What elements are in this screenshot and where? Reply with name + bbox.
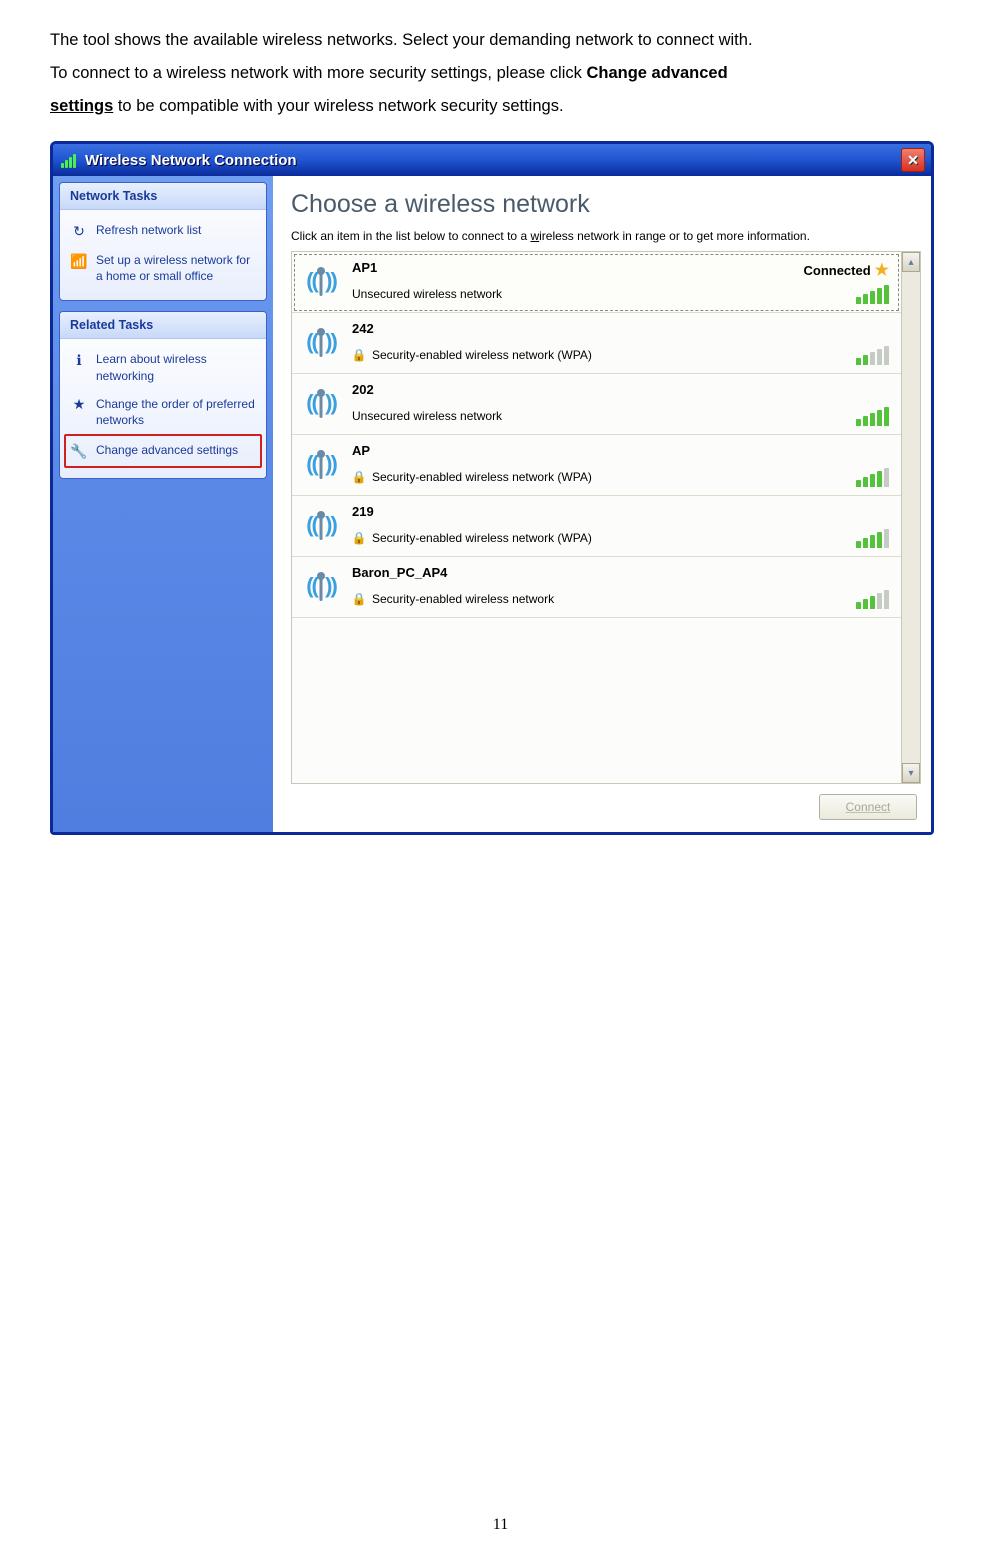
intro-line2-pre: To connect to a wireless network with mo… (50, 64, 586, 82)
network-status: Connected (803, 263, 870, 278)
sidebar: Network Tasks ↻ Refresh network list 📶 Set … (53, 176, 273, 832)
scroll-up-button[interactable]: ▴ (902, 252, 920, 272)
scrollbar[interactable]: ▴ ▾ (901, 252, 920, 783)
signal-strength-icon (856, 284, 889, 304)
network-item-3[interactable]: (( )) AP 🔒Security-enabled wireless networ… (292, 435, 901, 496)
signal-strength-icon (856, 467, 889, 487)
info-icon: ℹ (70, 351, 88, 369)
antenna-icon: (( )) (300, 504, 342, 546)
network-item-4[interactable]: (( )) 219 🔒Security-enabled wireless netwo… (292, 496, 901, 557)
signal-strength-icon (856, 589, 889, 609)
network-security: 🔒Security-enabled wireless network (352, 592, 891, 606)
related-tasks-panel: Related Tasks ℹ Learn about wireless netw… (59, 311, 267, 479)
network-list-container: (( ))AP1Unsecured wireless networkConnec… (291, 251, 921, 784)
network-name: Baron_PC_AP4 (352, 565, 891, 580)
antenna-icon: (( )) (300, 382, 342, 424)
main-pane: Choose a wireless network Click an item … (273, 176, 931, 832)
connect-button[interactable]: Connect (819, 794, 917, 820)
titlebar: Wireless Network Connection ✕ (53, 144, 931, 176)
network-security: 🔒Security-enabled wireless network (WPA) (352, 348, 891, 362)
antenna-icon: (( )) (300, 321, 342, 363)
related-task-link-2[interactable]: 🔧 Change advanced settings (64, 434, 262, 468)
related-task-label: Change advanced settings (96, 442, 238, 458)
lock-icon: 🔒 (352, 592, 366, 606)
antenna-icon: (( )) (300, 443, 342, 485)
network-task-label: Refresh network list (96, 222, 201, 238)
main-heading: Choose a wireless network (291, 190, 921, 219)
network-security: 🔒Security-enabled wireless network (WPA) (352, 531, 891, 545)
network-task-link-1[interactable]: 📶 Set up a wireless network for a home or… (66, 246, 260, 290)
network-security: 🔒Security-enabled wireless network (WPA) (352, 470, 891, 484)
related-tasks-title: Related Tasks (60, 312, 266, 339)
scroll-down-button[interactable]: ▾ (902, 763, 920, 783)
intro-line3-post: to be compatible with your wireless netw… (113, 97, 563, 115)
network-item-1[interactable]: (( )) 242 🔒Security-enabled wireless netwo… (292, 313, 901, 374)
signal-strength-icon (856, 528, 889, 548)
lock-icon: 🔒 (352, 531, 366, 545)
wrench-icon: 🔧 (70, 442, 88, 460)
setup-network-icon: 📶 (70, 252, 88, 270)
network-item-2[interactable]: (( )) 202 Unsecured wireless network (292, 374, 901, 435)
network-item-5[interactable]: (( )) Baron_PC_AP4 🔒Security-enabled wirel… (292, 557, 901, 618)
page-number: 11 (0, 1516, 1001, 1534)
network-name: 219 (352, 504, 891, 519)
signal-strength-icon (856, 345, 889, 365)
wifi-title-icon (61, 152, 79, 168)
network-list[interactable]: (( ))AP1Unsecured wireless networkConnec… (292, 252, 901, 783)
intro-line2-bold: Change advanced (586, 64, 727, 82)
network-security: Unsecured wireless network (352, 409, 891, 423)
signal-strength-icon (856, 406, 889, 426)
network-name: AP (352, 443, 891, 458)
network-task-label: Set up a wireless network for a home or … (96, 252, 256, 284)
network-name: 202 (352, 382, 891, 397)
network-tasks-title: Network Tasks (60, 183, 266, 210)
related-task-label: Learn about wireless networking (96, 351, 256, 383)
intro-line3-bold: settings (50, 97, 113, 115)
star-icon: ★ (70, 396, 88, 414)
lock-icon: 🔒 (352, 470, 366, 484)
intro-text: The tool shows the available wireless ne… (50, 24, 951, 123)
intro-line1: The tool shows the available wireless ne… (50, 31, 753, 49)
lock-icon: 🔒 (352, 348, 366, 362)
scroll-track[interactable] (902, 272, 920, 763)
related-task-label: Change the order of preferred networks (96, 396, 256, 428)
refresh-icon: ↻ (70, 222, 88, 240)
instruction-text: Click an item in the list below to conne… (291, 229, 921, 243)
window-title: Wireless Network Connection (85, 152, 901, 169)
related-task-link-1[interactable]: ★ Change the order of preferred networks (66, 390, 260, 434)
antenna-icon: (( )) (300, 565, 342, 607)
related-task-link-0[interactable]: ℹ Learn about wireless networking (66, 345, 260, 389)
network-task-link-0[interactable]: ↻ Refresh network list (66, 216, 260, 246)
close-button[interactable]: ✕ (901, 148, 925, 172)
network-name: 242 (352, 321, 891, 336)
antenna-icon: (( )) (300, 260, 342, 302)
network-item-0[interactable]: (( ))AP1Unsecured wireless networkConnec… (292, 252, 901, 313)
favorite-star-icon: ★ (875, 260, 889, 280)
window: Wireless Network Connection ✕ Network Ta… (50, 141, 934, 835)
network-tasks-panel: Network Tasks ↻ Refresh network list 📶 Set … (59, 182, 267, 301)
